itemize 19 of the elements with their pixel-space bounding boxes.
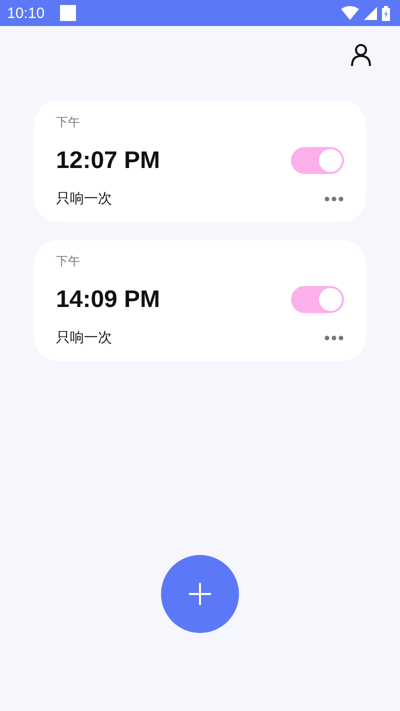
status-time: 10:10 — [7, 4, 45, 22]
wifi-icon — [341, 6, 359, 20]
battery-icon — [382, 6, 390, 20]
period-label: 下午 — [56, 114, 81, 131]
plus-icon — [188, 582, 212, 606]
repeat-label: 只响一次 — [56, 190, 112, 208]
toggle-switch[interactable] — [291, 286, 344, 313]
toggle-switch[interactable] — [291, 147, 344, 174]
notification-icon — [60, 5, 76, 21]
repeat-label: 只响一次 — [56, 329, 112, 347]
more-icon[interactable] — [324, 335, 344, 341]
period-label: 下午 — [56, 253, 81, 270]
alarm-time: 12:07 PM — [56, 146, 160, 174]
alarm-card[interactable]: 下午 12:07 PM 只响一次 — [34, 101, 366, 222]
alarm-card[interactable]: 下午 14:09 PM 只响一次 — [34, 240, 366, 361]
alarm-time: 14:09 PM — [56, 286, 160, 314]
signal-icon — [364, 6, 377, 20]
more-icon[interactable] — [324, 196, 344, 202]
user-icon[interactable] — [349, 43, 373, 67]
